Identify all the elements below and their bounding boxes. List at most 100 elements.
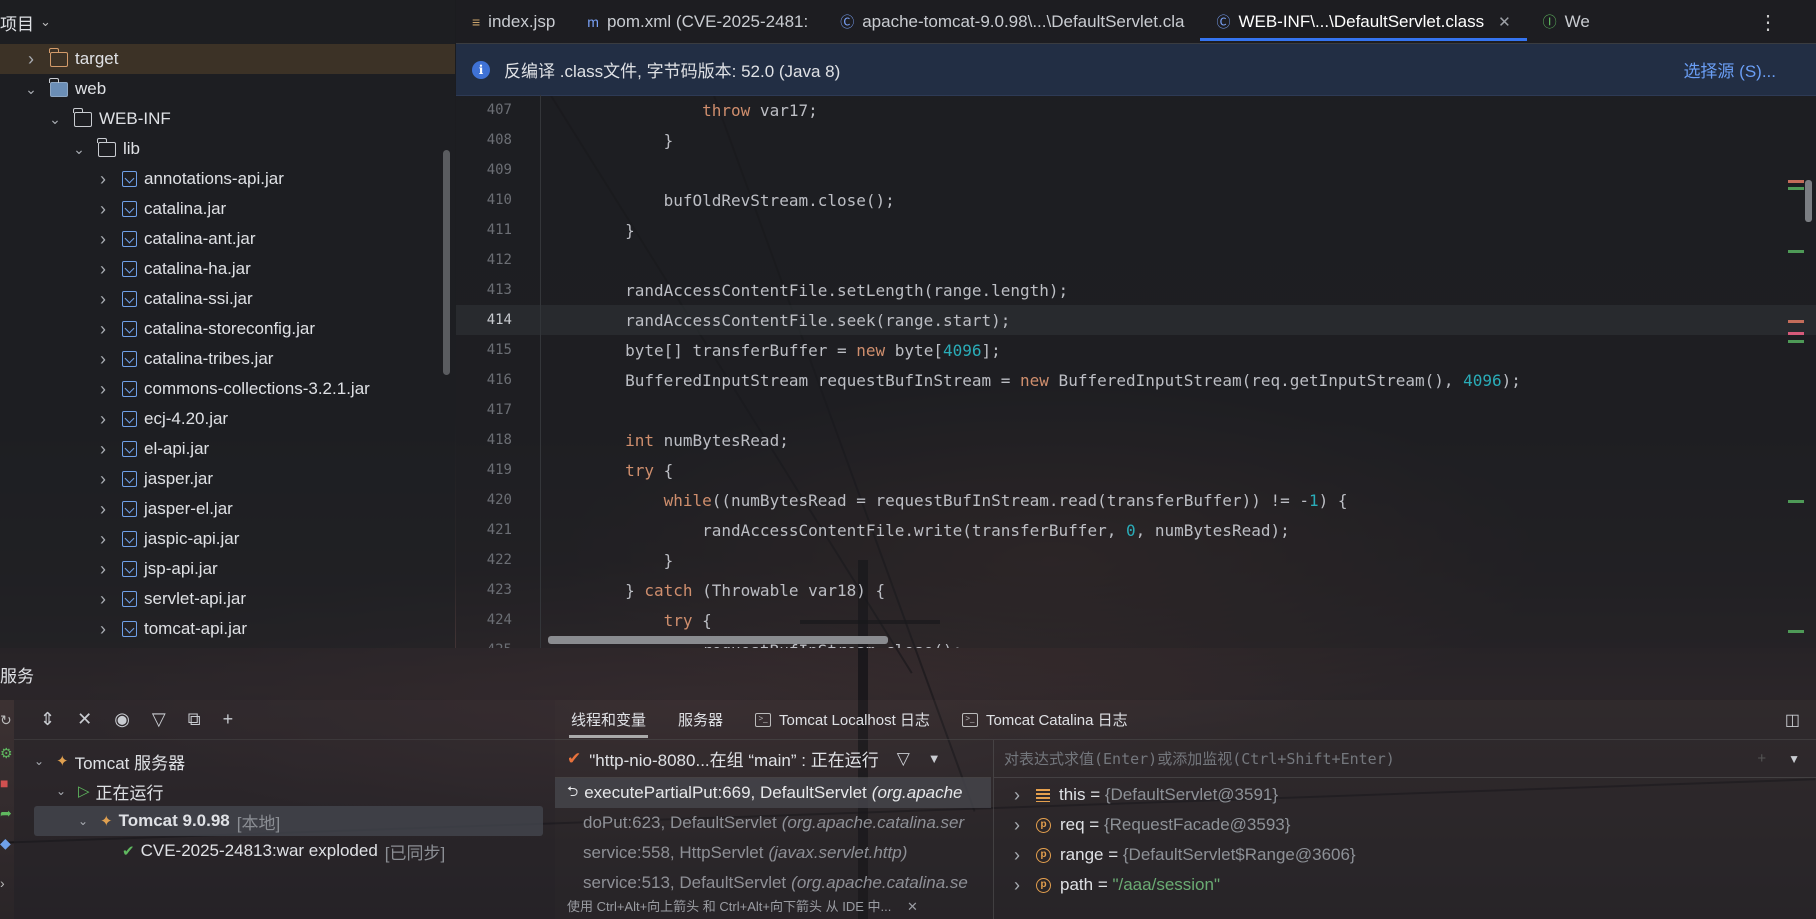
eye-icon[interactable]: ◉ <box>114 709 130 730</box>
chevron-down-icon[interactable]: ▼ <box>1788 752 1800 766</box>
close-icon[interactable]: ✕ <box>1498 13 1511 31</box>
service-item[interactable]: ⌄ ✦ Tomcat 9.0.98 [本地] <box>34 806 543 836</box>
service-item[interactable]: ⌄ ✦ Tomcat 服务器 <box>14 746 555 776</box>
editor-horizontal-scrollbar[interactable] <box>548 636 888 644</box>
service-item[interactable]: ⌄ ▷ 正在运行 <box>14 776 555 806</box>
debugger-tab[interactable]: >_ Tomcat Localhost 日志 <box>739 700 946 740</box>
editor-tab[interactable]: ≡ index.jsp <box>456 0 571 43</box>
tree-item[interactable]: › tomcat-api.jar <box>0 614 455 644</box>
evaluate-expression-input[interactable]: 对表达式求值(Enter)或添加监视(Ctrl+Shift+Enter) + ▼ <box>994 740 1816 778</box>
stack-frame[interactable]: doPut:623, DefaultServlet (org.apache.cat… <box>555 808 991 838</box>
tree-item[interactable]: › jsp-api.jar <box>0 554 455 584</box>
chevron-right-icon[interactable]: › <box>96 499 110 520</box>
chevron-right-icon[interactable]: › <box>96 169 110 190</box>
code-line[interactable]: 409 <box>456 155 1816 185</box>
code-line[interactable]: 421 randAccessContentFile.write(transfer… <box>456 515 1816 545</box>
chevron-right-icon[interactable]: › <box>96 559 110 580</box>
stop-icon[interactable]: ■ <box>0 775 8 791</box>
chevron-down-icon[interactable]: ⌄ <box>32 754 46 768</box>
code-line[interactable]: 420 while((numBytesRead = requestBufInSt… <box>456 485 1816 515</box>
tree-item[interactable]: › catalina-ssi.jar <box>0 284 455 314</box>
editor-vertical-scrollbar[interactable] <box>1805 180 1812 222</box>
chevron-down-icon[interactable]: ⌄ <box>76 814 90 828</box>
code-line[interactable]: 419 try { <box>456 455 1816 485</box>
tree-item[interactable]: ⌄ lib <box>0 134 455 164</box>
tree-item[interactable]: › ecj-4.20.jar <box>0 404 455 434</box>
variable-row[interactable]: › p range = {DefaultServlet$Range@3606} <box>994 840 1816 870</box>
code-line[interactable]: 414 randAccessContentFile.seek(range.sta… <box>456 305 1816 335</box>
code-area[interactable]: 407 throw var17; 408 } 409 410 bufOldRevStr… <box>456 95 1816 648</box>
tree-item[interactable]: › catalina-ha.jar <box>0 254 455 284</box>
code-line[interactable]: 424 try { <box>456 605 1816 635</box>
artifact-icon[interactable]: ◆ <box>0 835 11 852</box>
tree-item[interactable]: › annotations-api.jar <box>0 164 455 194</box>
chevron-right-icon[interactable]: › <box>96 199 110 220</box>
chevron-right-icon[interactable]: › <box>96 469 110 490</box>
chevron-right-icon[interactable]: › <box>96 349 110 370</box>
tree-item[interactable]: › commons-collections-3.2.1.jar <box>0 374 455 404</box>
code-line[interactable]: 407 throw var17; <box>456 95 1816 125</box>
tree-item[interactable]: › catalina.jar <box>0 194 455 224</box>
debugger-tab[interactable]: >_ Tomcat Catalina 日志 <box>946 700 1144 740</box>
deploy-icon[interactable]: ➦ <box>0 805 12 822</box>
chevron-right-icon[interactable]: › <box>96 379 110 400</box>
editor-tab[interactable]: m pom.xml (CVE-2025-2481: <box>571 0 824 43</box>
expand-all-icon[interactable]: ⇕ <box>40 709 55 730</box>
stack-frame[interactable]: service:513, DefaultServlet (org.apache.c… <box>555 868 991 898</box>
chevron-down-icon[interactable]: ▼ <box>928 751 941 766</box>
stack-frame[interactable]: service:558, HttpServlet (javax.servlet.h… <box>555 838 991 868</box>
thread-selector[interactable]: ✔ "http-nio-8080...在组 “main” : 正在运行 ▽ ▼ <box>555 740 991 778</box>
project-panel-header[interactable]: 项目 ⌄ <box>0 0 455 44</box>
collapse-all-icon[interactable]: ✕ <box>77 709 92 730</box>
chevron-down-icon[interactable]: ⌄ <box>48 111 62 128</box>
tree-item[interactable]: › jaspic-api.jar <box>0 524 455 554</box>
chevron-down-icon[interactable]: ⌄ <box>24 81 38 98</box>
tree-item[interactable]: › catalina-ant.jar <box>0 224 455 254</box>
tree-item[interactable]: › jasper.jar <box>0 464 455 494</box>
debugger-tab[interactable]: 服务器 <box>662 700 739 740</box>
chevron-right-icon[interactable]: › <box>24 49 38 70</box>
chevron-right-icon[interactable]: › <box>96 529 110 550</box>
tree-item[interactable]: ⌄ WEB-INF <box>0 104 455 134</box>
filter-icon[interactable]: ▽ <box>152 709 166 730</box>
code-line[interactable]: 408 } <box>456 125 1816 155</box>
variable-row[interactable]: › p req = {RequestFacade@3593} <box>994 810 1816 840</box>
code-line[interactable]: 413 randAccessContentFile.setLength(rang… <box>456 275 1816 305</box>
chevron-right-icon[interactable]: › <box>1014 785 1028 806</box>
chevron-right-icon[interactable]: › <box>96 289 110 310</box>
chevron-right-icon[interactable]: › <box>96 319 110 340</box>
choose-source-link[interactable]: 选择源 (S)... <box>1683 57 1776 82</box>
tree-item[interactable]: › target <box>0 44 455 74</box>
chevron-right-icon[interactable]: › <box>1014 815 1028 836</box>
chevron-down-icon[interactable]: ⌄ <box>54 784 68 798</box>
debugger-tab[interactable]: 线程和变量 <box>555 700 662 740</box>
layout-icon[interactable]: ◫ <box>1785 710 1800 730</box>
code-line[interactable]: 415 byte[] transferBuffer = new byte[409… <box>456 335 1816 365</box>
code-line[interactable]: 418 int numBytesRead; <box>456 425 1816 455</box>
add-icon[interactable]: + <box>223 709 234 730</box>
add-watch-icon[interactable]: + <box>1757 750 1766 767</box>
chevron-right-icon[interactable]: › <box>1014 875 1028 896</box>
code-line[interactable]: 410 bufOldRevStream.close(); <box>456 185 1816 215</box>
tree-item[interactable]: › catalina-storeconfig.jar <box>0 314 455 344</box>
chevron-right-icon[interactable]: › <box>96 409 110 430</box>
chevron-right-icon[interactable]: › <box>1014 845 1028 866</box>
refresh-icon[interactable]: ↻ <box>0 712 12 729</box>
more-tabs-icon[interactable]: ⋮ <box>1758 10 1778 35</box>
tree-item[interactable]: › jasper-el.jar <box>0 494 455 524</box>
filter-icon[interactable]: ▽ <box>897 749 910 769</box>
code-line[interactable]: 422 } <box>456 545 1816 575</box>
chevron-right-icon[interactable]: › <box>96 229 110 250</box>
service-item[interactable]: ✔ CVE-2025-24813:war exploded [已同步] <box>14 836 555 866</box>
stack-frame[interactable]: ⮌ executePartialPut:669, DefaultServlet (o… <box>555 778 991 808</box>
code-line[interactable]: 416 BufferedInputStream requestBufInStre… <box>456 365 1816 395</box>
code-line[interactable]: 412 <box>456 245 1816 275</box>
variable-row[interactable]: › p path = "/aaa/session" <box>994 870 1816 900</box>
error-stripe[interactable] <box>1786 95 1804 648</box>
code-line[interactable]: 423 } catch (Throwable var18) { <box>456 575 1816 605</box>
variable-row[interactable]: › this = {DefaultServlet@3591} <box>994 780 1816 810</box>
code-line[interactable]: 417 <box>456 395 1816 425</box>
debug-icon[interactable]: ⚙ <box>0 745 13 762</box>
project-scrollbar[interactable] <box>443 150 450 375</box>
chevron-right-icon[interactable]: › <box>96 259 110 280</box>
